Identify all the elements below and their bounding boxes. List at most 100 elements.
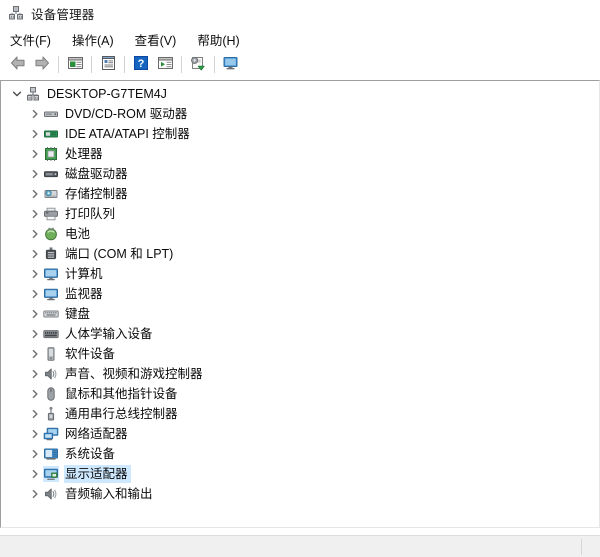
display-adapter-icon xyxy=(43,466,59,482)
hid-icon xyxy=(43,326,59,342)
toolbar-separator-3 xyxy=(124,55,125,73)
window-titlebar: 设备管理器 xyxy=(0,0,600,26)
chevron-right-icon[interactable] xyxy=(27,266,43,282)
tree-item-label: 打印队列 xyxy=(65,207,116,221)
tree-item-print-queue[interactable]: 打印队列 xyxy=(1,204,599,224)
network-adapter-icon xyxy=(43,426,59,442)
chevron-right-icon[interactable] xyxy=(27,306,43,322)
toolbar-display-device-button[interactable] xyxy=(219,53,243,75)
storage-controller-icon xyxy=(43,186,59,202)
tree-item-label: 处理器 xyxy=(65,147,103,161)
chevron-right-icon[interactable] xyxy=(27,326,43,342)
tree-item-label: IDE ATA/ATAPI 控制器 xyxy=(65,127,190,141)
tree-item-usb-controller[interactable]: 通用串行总线控制器 xyxy=(1,404,599,424)
chevron-right-icon[interactable] xyxy=(27,246,43,262)
chevron-right-icon[interactable] xyxy=(27,186,43,202)
update-driver-icon xyxy=(157,55,174,74)
ide-controller-icon xyxy=(43,126,59,142)
toolbar-forward-button[interactable] xyxy=(30,53,54,75)
tree-item-display-adapter[interactable]: 显示适配器 xyxy=(1,464,599,484)
battery-icon xyxy=(43,226,59,242)
chevron-right-icon[interactable] xyxy=(27,466,43,482)
tree-item-computer[interactable]: 计算机 xyxy=(1,264,599,284)
tree-item-system-device[interactable]: 系统设备 xyxy=(1,444,599,464)
tree-item-label: 监视器 xyxy=(65,287,103,301)
tree-item-label: 键盘 xyxy=(65,307,91,321)
sound-video-game-icon xyxy=(43,366,59,382)
software-device-icon xyxy=(43,346,59,362)
tree-item-label: DVD/CD-ROM 驱动器 xyxy=(65,107,188,121)
properties-icon xyxy=(100,55,117,74)
computer-root-icon xyxy=(25,86,41,102)
tree-item-label: 通用串行总线控制器 xyxy=(65,407,178,421)
ports-icon xyxy=(43,246,59,262)
tree-item-dvd-cdrom[interactable]: DVD/CD-ROM 驱动器 xyxy=(1,104,599,124)
toolbar-console-tree-button[interactable] xyxy=(63,53,87,75)
tree-item-sound-video-game[interactable]: 声音、视频和游戏控制器 xyxy=(1,364,599,384)
tree-item-software-device[interactable]: 软件设备 xyxy=(1,344,599,364)
menu-help[interactable]: 帮助(H) xyxy=(197,28,247,51)
chevron-right-icon[interactable] xyxy=(27,486,43,502)
tree-item-label: 存储控制器 xyxy=(65,187,128,201)
tree-item-label: 软件设备 xyxy=(65,347,116,361)
toolbar-separator-2 xyxy=(91,55,92,73)
tree-item-label: 音频输入和输出 xyxy=(65,487,153,501)
chevron-right-icon[interactable] xyxy=(27,386,43,402)
chevron-right-icon[interactable] xyxy=(27,406,43,422)
toolbar-update-driver-button[interactable] xyxy=(153,53,177,75)
tree-item-battery[interactable]: 电池 xyxy=(1,224,599,244)
tree-item-label: 端口 (COM 和 LPT) xyxy=(65,247,174,261)
chevron-down-icon[interactable] xyxy=(9,86,25,102)
monitor-icon xyxy=(43,286,59,302)
tree-item-ide-ata-atapi[interactable]: IDE ATA/ATAPI 控制器 xyxy=(1,124,599,144)
chevron-right-icon[interactable] xyxy=(27,146,43,162)
tree-item-label: 磁盘驱动器 xyxy=(65,167,128,181)
computer-icon xyxy=(43,266,59,282)
toolbar: ? xyxy=(0,52,600,76)
chevron-right-icon[interactable] xyxy=(27,106,43,122)
tree-item-root-label: DESKTOP-G7TEM4J xyxy=(47,87,167,101)
chevron-right-icon[interactable] xyxy=(27,286,43,302)
tree-item-disk-drive[interactable]: 磁盘驱动器 xyxy=(1,164,599,184)
device-tree-panel[interactable]: DESKTOP-G7TEM4J DVD/CD-ROM 驱动器 IDE ATA/A… xyxy=(0,80,600,528)
mouse-icon xyxy=(43,386,59,402)
tree-item-ports[interactable]: 端口 (COM 和 LPT) xyxy=(1,244,599,264)
status-bar xyxy=(0,535,600,557)
disk-drive-icon xyxy=(43,166,59,182)
toolbar-help-button[interactable]: ? xyxy=(129,53,153,75)
device-tree: DESKTOP-G7TEM4J DVD/CD-ROM 驱动器 IDE ATA/A… xyxy=(1,81,599,504)
display-device-icon xyxy=(222,55,240,74)
tree-item-hid[interactable]: 人体学输入设备 xyxy=(1,324,599,344)
tree-item-audio-io[interactable]: 音频输入和输出 xyxy=(1,484,599,504)
tree-item-label: 电池 xyxy=(65,227,91,241)
tree-item-monitor[interactable]: 监视器 xyxy=(1,284,599,304)
menu-view[interactable]: 查看(V) xyxy=(135,28,185,51)
menu-file[interactable]: 文件(F) xyxy=(10,28,59,51)
tree-item-keyboard[interactable]: 键盘 xyxy=(1,304,599,324)
toolbar-separator-4 xyxy=(181,55,182,73)
toolbar-scan-hardware-button[interactable] xyxy=(186,53,210,75)
tree-item-network-adapter[interactable]: 网络适配器 xyxy=(1,424,599,444)
tree-item-root[interactable]: DESKTOP-G7TEM4J xyxy=(1,84,599,104)
chevron-right-icon[interactable] xyxy=(27,446,43,462)
tree-item-label: 计算机 xyxy=(65,267,103,281)
scan-hardware-changes-icon xyxy=(189,55,207,74)
keyboard-icon xyxy=(43,306,59,322)
chevron-right-icon[interactable] xyxy=(27,166,43,182)
tree-item-label: 鼠标和其他指针设备 xyxy=(65,387,178,401)
tree-item-label: 显示适配器 xyxy=(64,465,131,483)
chevron-right-icon[interactable] xyxy=(27,126,43,142)
show-hide-console-tree-icon xyxy=(67,55,84,74)
print-queue-icon xyxy=(43,206,59,222)
tree-item-processor[interactable]: 处理器 xyxy=(1,144,599,164)
toolbar-properties-button[interactable] xyxy=(96,53,120,75)
menu-action[interactable]: 操作(A) xyxy=(72,28,122,51)
chevron-right-icon[interactable] xyxy=(27,426,43,442)
toolbar-back-button[interactable] xyxy=(6,53,30,75)
chevron-right-icon[interactable] xyxy=(27,346,43,362)
tree-item-mouse[interactable]: 鼠标和其他指针设备 xyxy=(1,384,599,404)
tree-item-storage-controller[interactable]: 存储控制器 xyxy=(1,184,599,204)
chevron-right-icon[interactable] xyxy=(27,206,43,222)
chevron-right-icon[interactable] xyxy=(27,366,43,382)
chevron-right-icon[interactable] xyxy=(27,226,43,242)
